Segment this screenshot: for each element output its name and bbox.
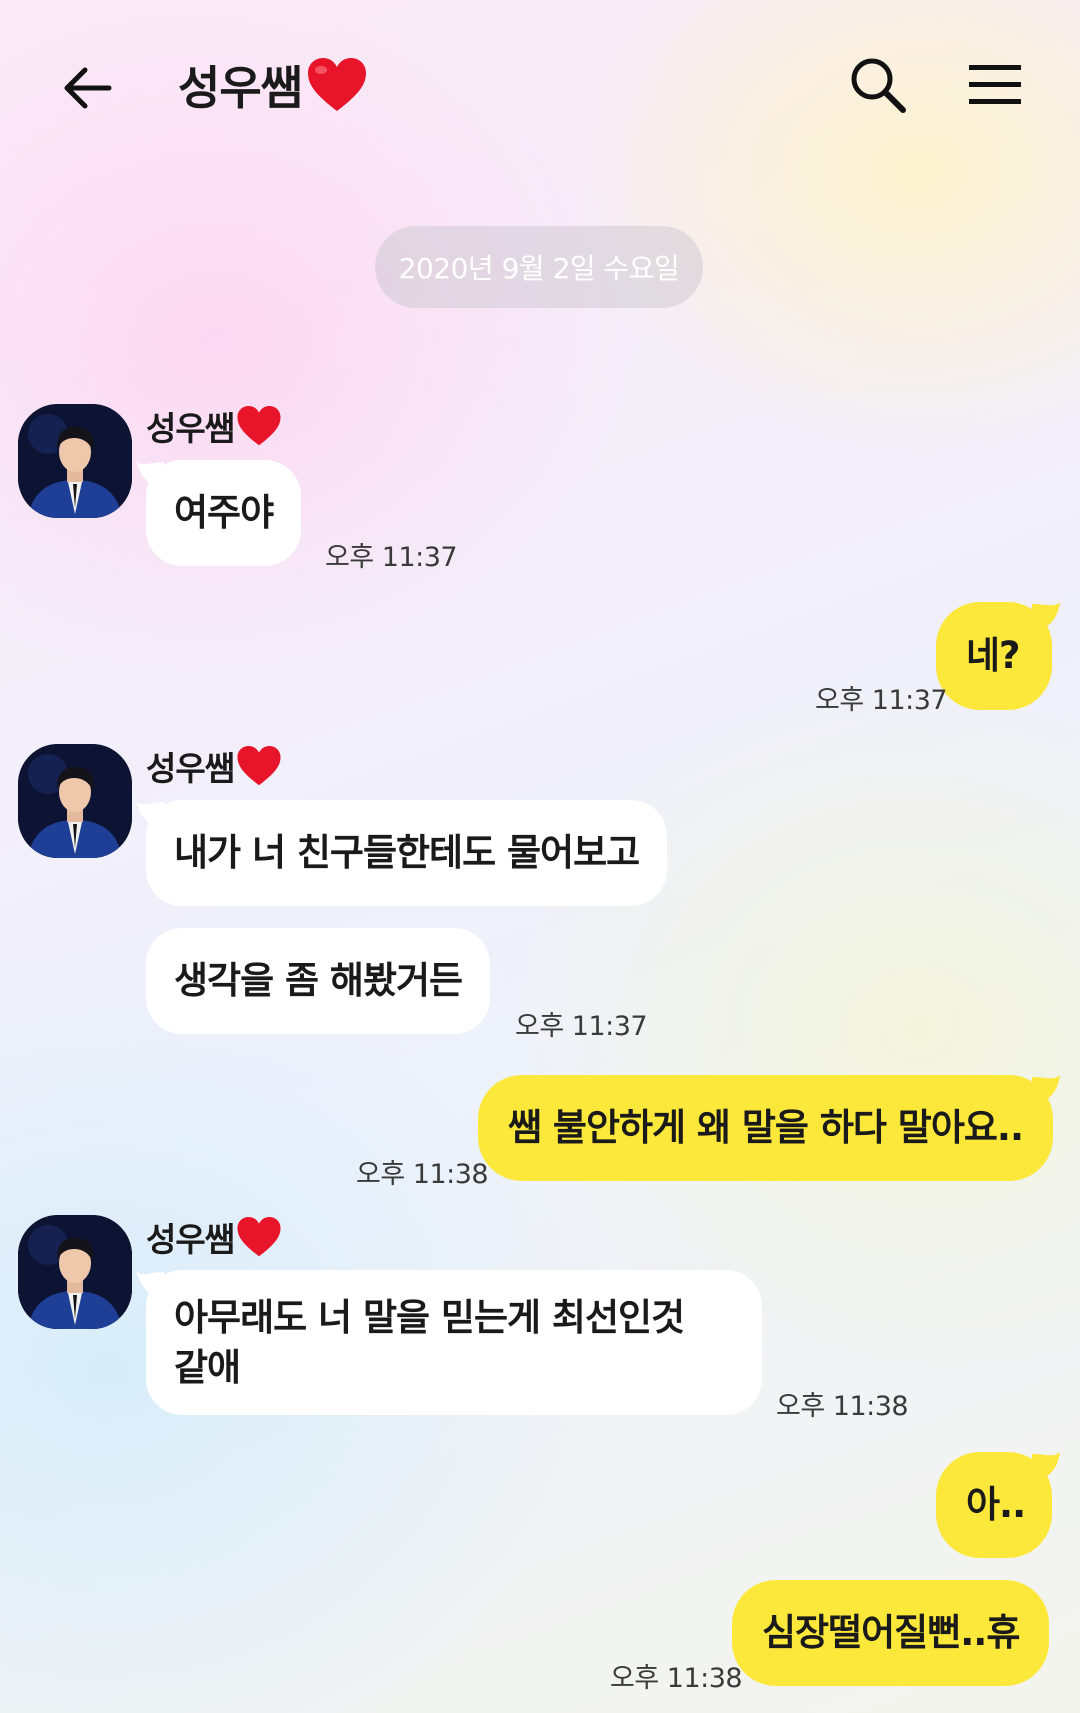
message-bubble[interactable]: 쌤 불안하게 왜 말을 하다 말아요.. [478, 1075, 1054, 1181]
message-text: 여주야 [174, 491, 274, 535]
sender-name: 성우쌤 [146, 402, 282, 450]
date-divider: 2020년 9월 2일 수요일 [375, 226, 703, 308]
message-text: 심장떨어질뻔..휴 [762, 1611, 1020, 1655]
message-time: 오후 11:37 [325, 542, 458, 573]
heart-icon [237, 1216, 281, 1257]
back-button[interactable] [55, 55, 121, 121]
bubble-tail [1032, 1075, 1060, 1105]
chat-header: 성우쌤 [0, 0, 1080, 170]
message-text: 아무래도 너 말을 믿는게 최선인것 같애 [174, 1295, 685, 1389]
message-text: 아.. [966, 1483, 1026, 1527]
message-text: 네? [966, 634, 1021, 678]
heart-icon [237, 745, 281, 786]
search-button[interactable] [845, 52, 911, 118]
sender-name: 성우쌤 [146, 742, 282, 790]
chat-title-text: 성우쌤 [178, 61, 303, 115]
message-time: 오후 11:38 [610, 1663, 743, 1694]
profile-photo [18, 1215, 132, 1329]
avatar[interactable] [18, 1215, 132, 1329]
arrow-left-icon [64, 67, 112, 109]
sender-name-text: 성우쌤 [146, 1220, 235, 1259]
message-time: 오후 11:38 [776, 1391, 909, 1422]
message-time: 오후 11:38 [356, 1159, 489, 1190]
sender-name-text: 성우쌤 [146, 409, 235, 448]
message-text: 쌤 불안하게 왜 말을 하다 말아요.. [508, 1106, 1024, 1150]
hamburger-menu-icon [969, 65, 1021, 104]
message-text: 생각을 좀 해봤거든 [174, 959, 463, 1003]
bubble-tail [1032, 602, 1060, 632]
message-time: 오후 11:37 [815, 685, 948, 716]
sender-name-text: 성우쌤 [146, 749, 235, 788]
profile-photo [18, 744, 132, 858]
message-bubble[interactable]: 심장떨어질뻔..휴 [732, 1580, 1050, 1686]
avatar[interactable] [18, 744, 132, 858]
message-text: 내가 너 친구들한테도 물어보고 [174, 831, 640, 875]
heart-icon [307, 58, 366, 111]
message-bubble[interactable]: 여주야 [146, 460, 302, 566]
avatar[interactable] [18, 404, 132, 518]
chat-title: 성우쌤 [178, 52, 368, 118]
bubble-tail [1032, 1452, 1060, 1482]
sender-name: 성우쌤 [146, 1213, 282, 1261]
message-bubble[interactable]: 생각을 좀 해봤거든 [146, 928, 491, 1034]
message-time: 오후 11:37 [515, 1011, 648, 1042]
heart-icon [237, 405, 281, 446]
message-bubble[interactable]: 내가 너 친구들한테도 물어보고 [146, 800, 668, 906]
profile-photo [18, 404, 132, 518]
search-icon [851, 58, 906, 113]
message-bubble[interactable]: 아무래도 너 말을 믿는게 최선인것 같애 [146, 1270, 762, 1415]
menu-button[interactable] [962, 52, 1028, 118]
